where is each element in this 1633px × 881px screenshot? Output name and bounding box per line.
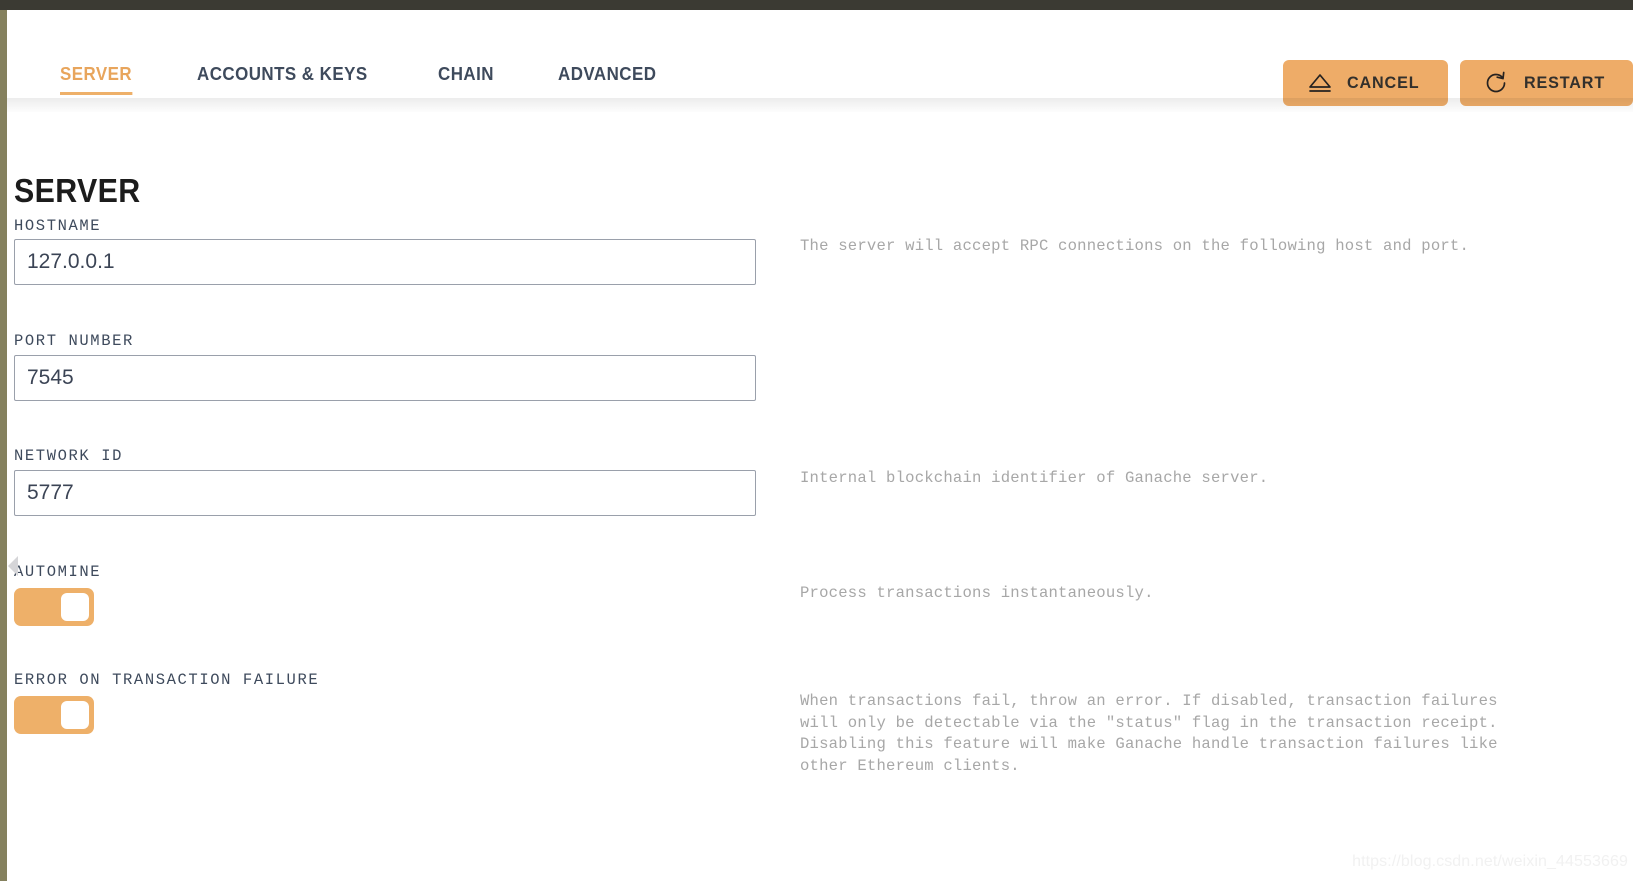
- page-title: SERVER: [14, 172, 141, 210]
- restart-icon: [1484, 71, 1510, 95]
- description-error-on-transaction-failure: When transactions fail, throw an error. …: [800, 692, 1498, 775]
- header-action-buttons: CANCEL RESTART: [1283, 60, 1633, 106]
- description-network-id: Internal blockchain identifier of Ganach…: [800, 469, 1269, 487]
- window-titlebar: [0, 0, 1633, 10]
- left-accent-rail: [0, 10, 7, 881]
- tab-server[interactable]: SERVER: [60, 64, 133, 95]
- settings-content: SERVER HOSTNAME The server will accept R…: [7, 112, 1633, 881]
- description-automine: Process transactions instantaneously.: [800, 584, 1154, 602]
- label-hostname: HOSTNAME: [14, 217, 102, 235]
- label-automine: AUTOMINE: [14, 563, 102, 581]
- watermark: https://blog.csdn.net/weixin_44553669: [1352, 853, 1628, 870]
- settings-tab-bar: SERVER ACCOUNTS & KEYS CHAIN ADVANCED: [60, 64, 722, 95]
- eject-icon: [1307, 72, 1333, 94]
- tab-chain[interactable]: CHAIN: [438, 64, 494, 95]
- label-network-id: NETWORK ID: [14, 447, 124, 465]
- label-error-on-transaction-failure: ERROR ON TRANSACTION FAILURE: [14, 671, 320, 689]
- error-on-transaction-failure-toggle[interactable]: [14, 696, 94, 734]
- settings-header: SERVER ACCOUNTS & KEYS CHAIN ADVANCED CA…: [7, 10, 1633, 112]
- hostname-input[interactable]: [14, 239, 756, 285]
- toggle-knob: [61, 701, 89, 729]
- label-port-number: PORT NUMBER: [14, 332, 134, 350]
- tab-advanced[interactable]: ADVANCED: [558, 64, 656, 95]
- network-id-input[interactable]: [14, 470, 756, 516]
- port-number-input[interactable]: [14, 355, 756, 401]
- restart-button-label: RESTART: [1523, 73, 1605, 92]
- toggle-knob: [61, 593, 89, 621]
- description-hostname: The server will accept RPC connections o…: [800, 237, 1470, 255]
- automine-toggle[interactable]: [14, 588, 94, 626]
- application-window: SERVER ACCOUNTS & KEYS CHAIN ADVANCED CA…: [0, 0, 1633, 881]
- tab-accounts-and-keys[interactable]: ACCOUNTS & KEYS: [197, 64, 368, 95]
- restart-button[interactable]: RESTART: [1459, 60, 1633, 106]
- cancel-button-label: CANCEL: [1347, 73, 1420, 92]
- cancel-button[interactable]: CANCEL: [1283, 60, 1448, 106]
